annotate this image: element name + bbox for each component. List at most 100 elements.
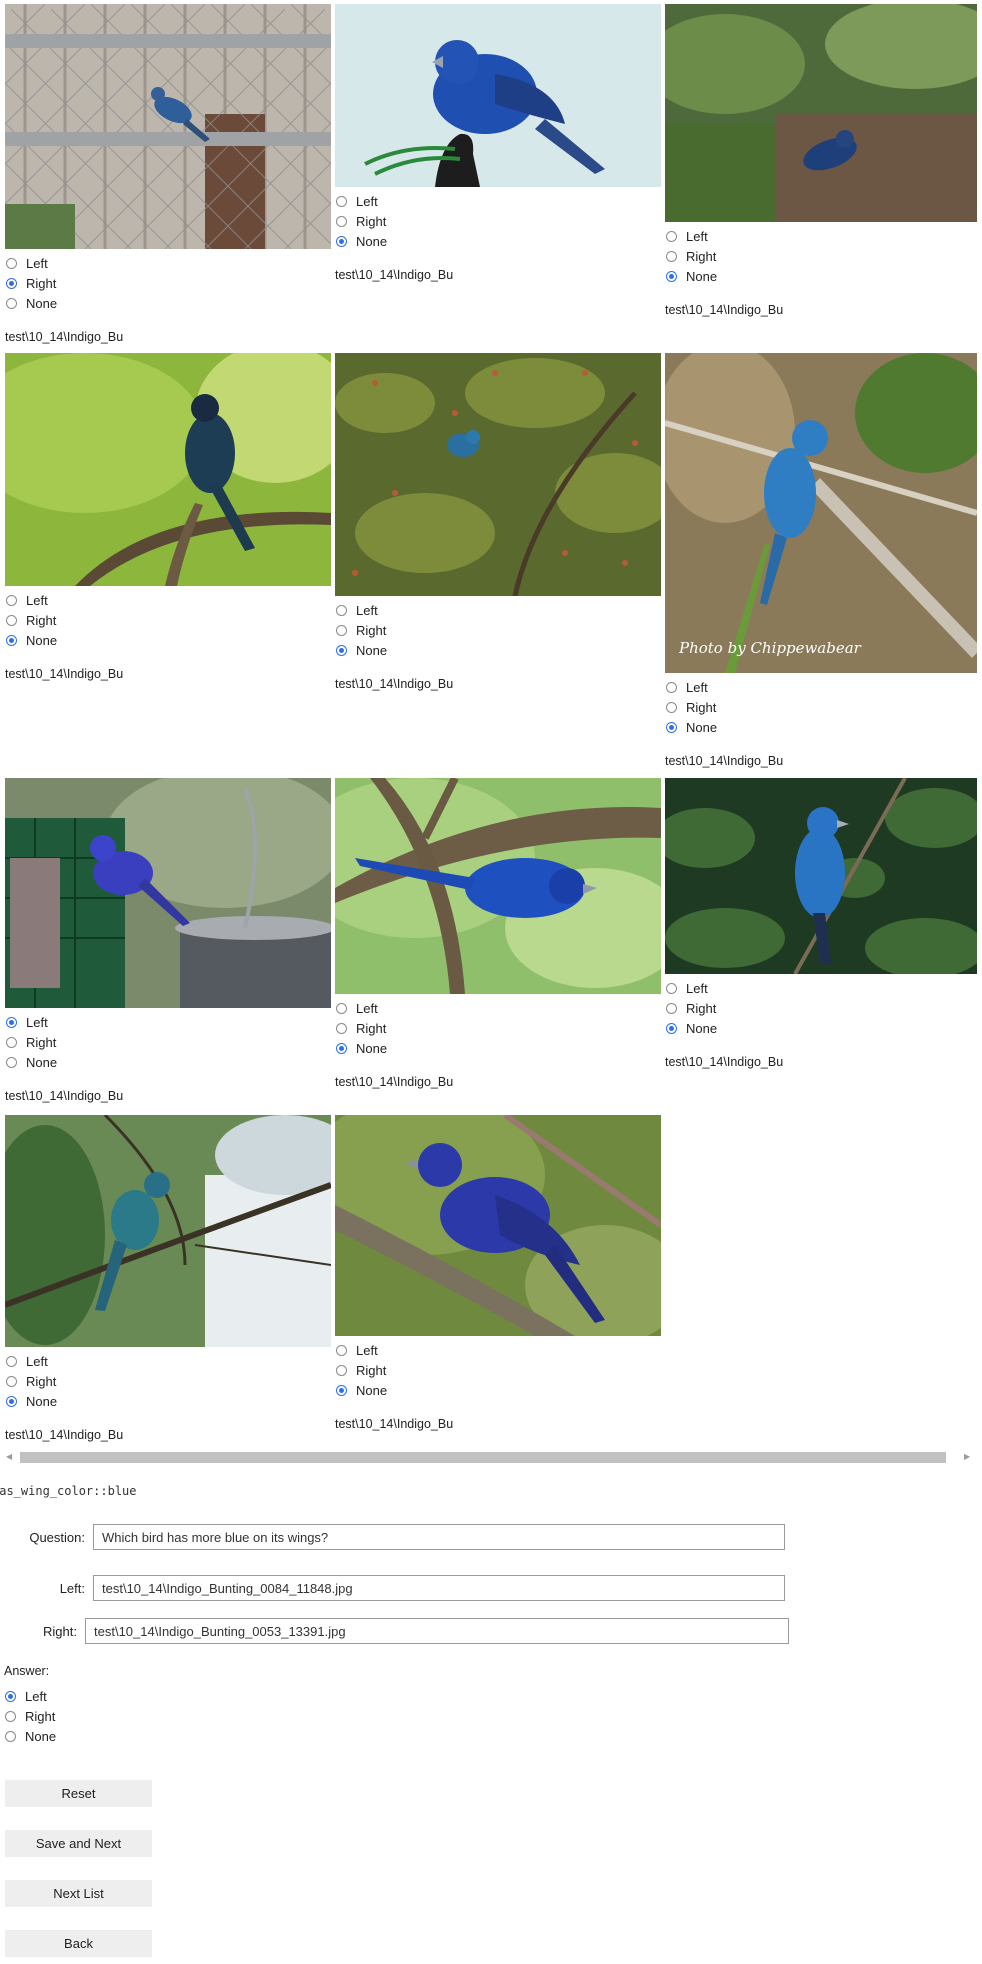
radio-none[interactable] bbox=[666, 1022, 677, 1034]
choice-right[interactable]: Right bbox=[665, 697, 977, 717]
answer-right[interactable]: Right bbox=[4, 1706, 56, 1726]
bird-photo bbox=[665, 778, 977, 974]
radio-left[interactable] bbox=[6, 594, 17, 606]
scroll-right-arrow-icon[interactable]: ▶ bbox=[964, 1452, 970, 1461]
radio-right[interactable] bbox=[336, 1022, 347, 1034]
choice-none[interactable]: None bbox=[335, 1038, 661, 1058]
choice-none[interactable]: None bbox=[335, 1380, 661, 1400]
choice-none[interactable]: None bbox=[665, 266, 977, 286]
radio-right[interactable] bbox=[6, 1036, 17, 1048]
image-card: Left Right None test\10_14\Indigo_Bu bbox=[5, 1115, 331, 1442]
bird-photo bbox=[5, 4, 331, 249]
radio-right[interactable] bbox=[6, 1375, 17, 1387]
image-card: Left Right None test\10_14\Indigo_Bu bbox=[5, 778, 331, 1103]
choice-none[interactable]: None bbox=[5, 1052, 331, 1072]
radio-left[interactable] bbox=[336, 1002, 347, 1014]
choice-none[interactable]: None bbox=[665, 717, 977, 737]
choice-none[interactable]: None bbox=[5, 293, 331, 313]
radio-left[interactable] bbox=[666, 982, 677, 994]
back-button[interactable]: Back bbox=[5, 1930, 152, 1957]
choice-right[interactable]: Right bbox=[5, 610, 331, 630]
radio-right[interactable] bbox=[666, 1002, 677, 1014]
radio-right[interactable] bbox=[336, 215, 347, 227]
radio-none[interactable] bbox=[6, 1395, 17, 1407]
image-card: Left Right None test\10_14\Indigo_Bu bbox=[5, 353, 331, 681]
choice-none[interactable]: None bbox=[665, 1018, 977, 1038]
choice-left[interactable]: Left bbox=[5, 590, 331, 610]
radio-left[interactable] bbox=[336, 604, 347, 616]
choice-right[interactable]: Right bbox=[665, 246, 977, 266]
choice-right[interactable]: Right bbox=[5, 273, 331, 293]
next-list-button[interactable]: Next List bbox=[5, 1880, 152, 1907]
choice-right[interactable]: Right bbox=[5, 1371, 331, 1391]
choice-left[interactable]: Left bbox=[665, 978, 977, 998]
answer-none[interactable]: None bbox=[4, 1726, 56, 1746]
choice-none[interactable]: None bbox=[5, 1391, 331, 1411]
choice-none[interactable]: None bbox=[335, 640, 661, 660]
radio-right[interactable] bbox=[336, 1364, 347, 1376]
scroll-left-arrow-icon[interactable]: ◀ bbox=[6, 1452, 12, 1461]
radio-none[interactable] bbox=[336, 235, 347, 247]
save-and-next-button[interactable]: Save and Next bbox=[5, 1830, 152, 1857]
radio-left[interactable] bbox=[336, 195, 347, 207]
radio-none[interactable] bbox=[5, 1730, 16, 1742]
radio-left[interactable] bbox=[6, 257, 17, 269]
answer-left[interactable]: Left bbox=[4, 1686, 56, 1706]
choice-group: Left Right None bbox=[5, 253, 331, 313]
choice-left[interactable]: Left bbox=[335, 191, 661, 211]
bird-photo bbox=[335, 4, 661, 187]
choice-label: Right bbox=[26, 275, 57, 291]
choice-left[interactable]: Left bbox=[5, 253, 331, 273]
radio-none[interactable] bbox=[6, 297, 17, 309]
choice-none[interactable]: None bbox=[5, 630, 331, 650]
choice-right[interactable]: Right bbox=[5, 1032, 331, 1052]
radio-left[interactable] bbox=[336, 1344, 347, 1356]
choice-right[interactable]: Right bbox=[335, 620, 661, 640]
radio-none[interactable] bbox=[6, 634, 17, 646]
choice-label: Right bbox=[26, 612, 57, 628]
choice-label: Left bbox=[686, 980, 708, 996]
choice-left[interactable]: Left bbox=[665, 226, 977, 246]
choice-left[interactable]: Left bbox=[5, 1351, 331, 1371]
radio-none[interactable] bbox=[666, 270, 677, 282]
choice-none[interactable]: None bbox=[335, 231, 661, 251]
radio-right[interactable] bbox=[666, 250, 677, 262]
choice-label: Right bbox=[356, 622, 387, 638]
radio-right[interactable] bbox=[6, 277, 17, 289]
horizontal-scrollbar[interactable]: ◀ ▶ bbox=[0, 1449, 982, 1465]
image-path: test\10_14\Indigo_Bu bbox=[335, 1417, 454, 1431]
choice-label: None bbox=[26, 295, 58, 311]
choice-left[interactable]: Left bbox=[665, 677, 977, 697]
radio-none[interactable] bbox=[336, 644, 347, 656]
radio-left[interactable] bbox=[6, 1016, 17, 1028]
bird-photo: Photo by Chippewabear bbox=[665, 353, 977, 673]
question-input[interactable] bbox=[93, 1524, 785, 1550]
radio-none[interactable] bbox=[336, 1042, 347, 1054]
choice-left[interactable]: Left bbox=[5, 1012, 331, 1032]
scrollbar-thumb[interactable] bbox=[20, 1452, 946, 1463]
radio-none[interactable] bbox=[336, 1384, 347, 1396]
right-path-input[interactable] bbox=[85, 1618, 789, 1644]
left-path-input[interactable] bbox=[93, 1575, 785, 1601]
radio-right[interactable] bbox=[666, 701, 677, 713]
radio-none[interactable] bbox=[666, 721, 677, 733]
choice-label: None bbox=[686, 268, 718, 284]
radio-right[interactable] bbox=[6, 614, 17, 626]
choice-left[interactable]: Left bbox=[335, 1340, 661, 1360]
radio-left[interactable] bbox=[5, 1690, 16, 1702]
choice-right[interactable]: Right bbox=[335, 211, 661, 231]
choice-right[interactable]: Right bbox=[665, 998, 977, 1018]
right-label: Right: bbox=[43, 1624, 77, 1639]
radio-right[interactable] bbox=[336, 624, 347, 636]
choice-left[interactable]: Left bbox=[335, 600, 661, 620]
radio-left[interactable] bbox=[666, 681, 677, 693]
radio-left[interactable] bbox=[6, 1355, 17, 1367]
choice-left[interactable]: Left bbox=[335, 998, 661, 1018]
choice-right[interactable]: Right bbox=[335, 1360, 661, 1380]
reset-button[interactable]: Reset bbox=[5, 1780, 152, 1807]
radio-left[interactable] bbox=[666, 230, 677, 242]
radio-none[interactable] bbox=[6, 1056, 17, 1068]
choice-right[interactable]: Right bbox=[335, 1018, 661, 1038]
bird-photo bbox=[5, 1115, 331, 1347]
radio-right[interactable] bbox=[5, 1710, 16, 1722]
